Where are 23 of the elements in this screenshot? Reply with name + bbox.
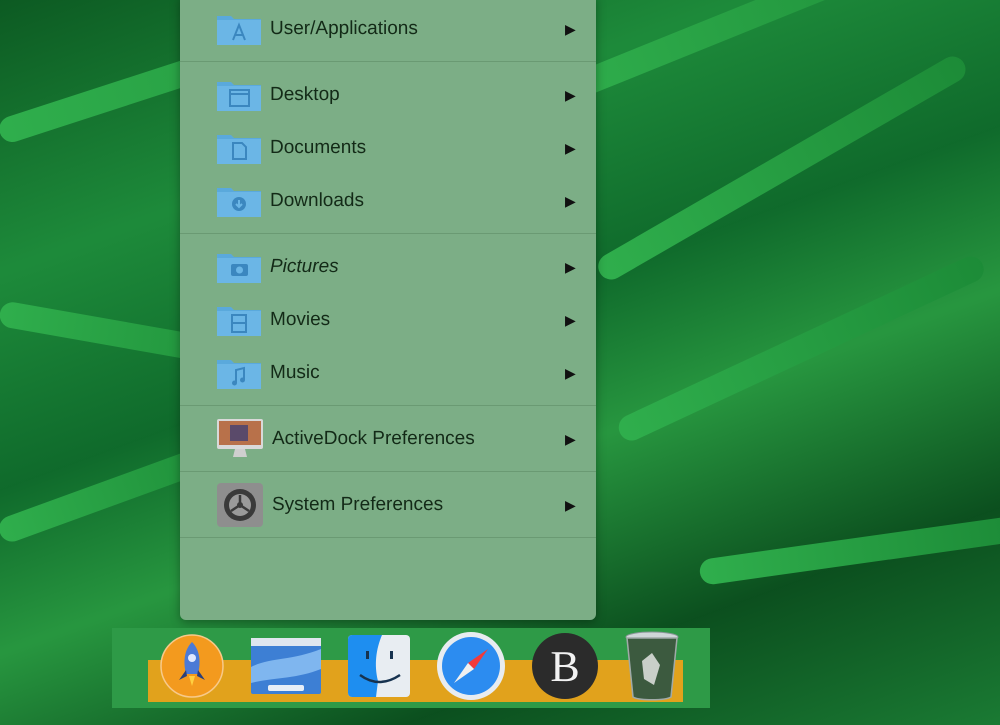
submenu-arrow: ▶: [565, 86, 576, 102]
menu-item[interactable]: Downloads ▶: [180, 174, 596, 227]
submenu-arrow: ▶: [565, 140, 576, 156]
gear-icon: [216, 482, 264, 526]
compass-icon[interactable]: [436, 631, 506, 701]
smiling-face-icon[interactable]: [348, 635, 410, 697]
menu-item[interactable]: Movies ▶: [180, 293, 596, 346]
submenu-arrow: ▶: [565, 496, 576, 512]
menu-item[interactable]: User/Applications ▶: [180, 2, 596, 55]
submenu-arrow: ▶: [565, 430, 576, 446]
submenu-arrow: ▶: [565, 364, 576, 380]
submenu-arrow: ▶: [565, 312, 576, 328]
menu-item[interactable]: ActiveDock Preferences ▶: [180, 412, 596, 465]
menu-item[interactable]: Desktop ▶: [180, 68, 596, 121]
menu-item[interactable]: Documents ▶: [180, 121, 596, 174]
submenu-arrow: ▶: [565, 258, 576, 274]
submenu-arrow: ▶: [565, 20, 576, 36]
submenu-arrow: ▶: [565, 192, 576, 208]
rocket-icon[interactable]: [160, 634, 224, 698]
menu-item[interactable]: Music ▶: [180, 346, 596, 399]
desktop-window-icon[interactable]: [250, 637, 322, 695]
menu-item[interactable]: System Preferences ▶: [180, 478, 596, 531]
menu-item[interactable]: Pictures ▶: [180, 240, 596, 293]
